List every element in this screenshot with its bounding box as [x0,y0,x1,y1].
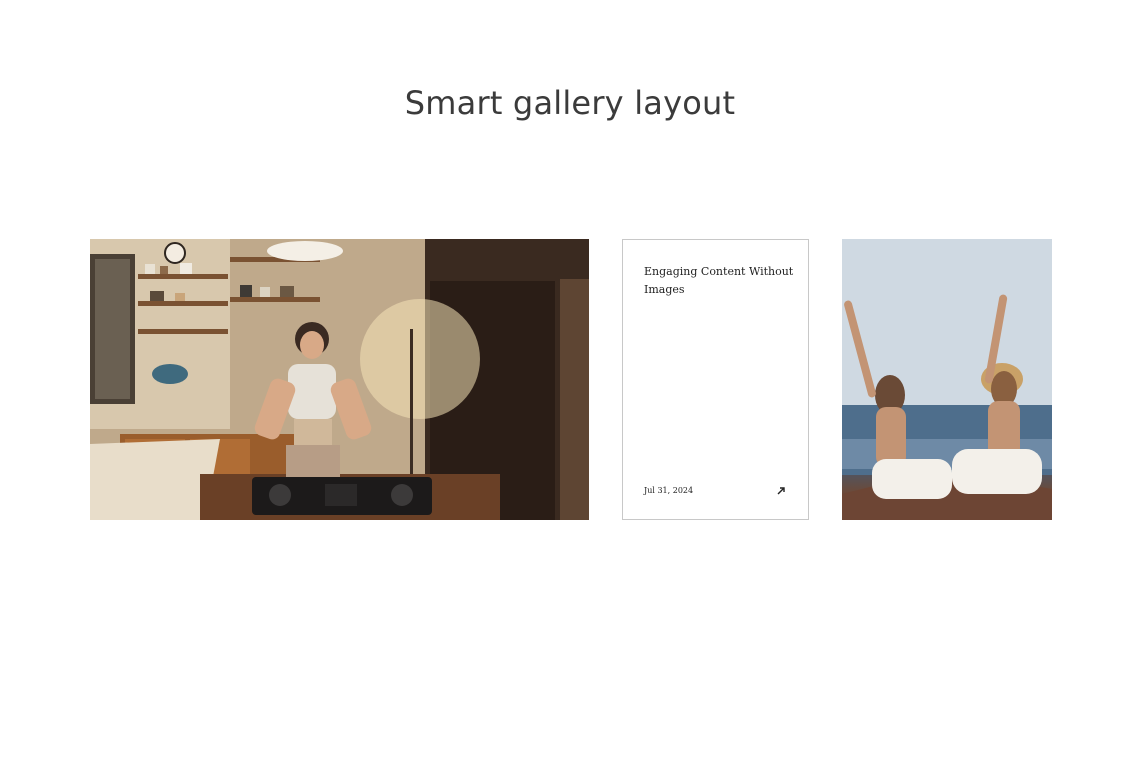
card-date: Jul 31, 2024 [644,486,694,495]
page: Smart gallery layout Engaging Content Wi… [0,0,1140,760]
dj-photo-image [90,239,589,520]
arrow-up-right-icon[interactable] [776,486,786,496]
gallery-item-dj-photo[interactable] [90,239,589,520]
gallery-item-beach-photo[interactable] [842,239,1052,520]
gallery-item-text-card[interactable]: Engaging Content Without Images Jul 31, … [622,239,809,520]
card-title[interactable]: Engaging Content Without Images [644,263,794,299]
beach-photo-image [842,239,1052,520]
page-title: Smart gallery layout [404,84,736,122]
